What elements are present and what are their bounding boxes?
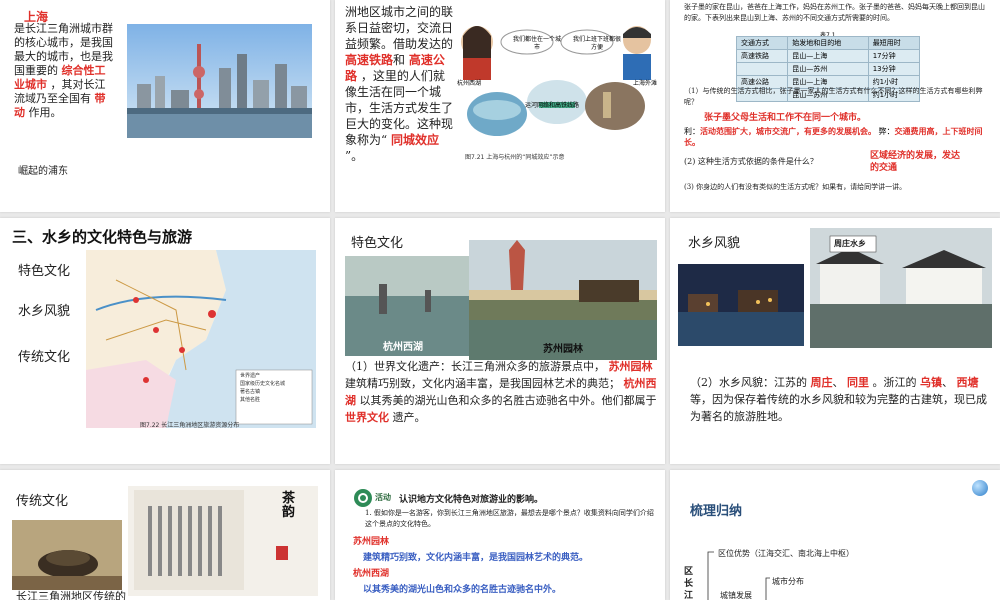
slide3-a1: 张子墨父母生活和工作不在同一个城市。 <box>704 113 867 123</box>
slide3-q1: （1）与传统的生活方式相比，张子墨一家人的生活方式有什么不同？这样的生活方式有哪… <box>684 87 983 106</box>
slide-thumbnail-8[interactable]: 活动 认识地方文化特色对旅游业的影响。 1. 假如你是一名游客，你到长江三角洲地… <box>335 470 665 600</box>
slide9-title: 梳理归纳 <box>690 504 743 519</box>
slide5-title: 特色文化 <box>351 236 404 251</box>
water-town-night-image <box>678 264 804 346</box>
table-row: 昆山—苏州 13分钟 <box>735 62 921 76</box>
slide6-question: （2）水乡风貌：江苏的 周庄、 同里 。浙江的 乌镇、 西塘 等，因为保存着传统… <box>690 376 987 423</box>
slide5-fill-1: 苏州园林 <box>608 360 653 373</box>
slide1-caption: 崛起的浦东 <box>18 166 68 177</box>
slide6-fill-1: 周庄 <box>810 376 833 389</box>
table-header: 交通方式 <box>735 36 789 50</box>
table-header: 最短用时 <box>867 36 921 50</box>
slide3-a1b: 利：活动范围扩大，城市交流广，有更多的发展机会。 弊：交通费用高，上下班时间长。 <box>684 127 983 147</box>
slide-thumbnail-5[interactable]: 特色文化 杭州西湖 苏州园林 （1）世界文化遗产：长江三角洲众多的旅游景点中， … <box>335 218 665 464</box>
slide2-caption: 图7.21 上海与杭州的“同城效应”示意 <box>465 154 565 161</box>
slide8-h1: 苏州园林 <box>353 537 390 547</box>
slide3-q3: (3) 你身边的人们有没有类似的生活方式呢？如果有，请给同学讲一讲。 <box>684 183 907 191</box>
slide-thumbnail-2[interactable]: 洲地区城市之间的联系日益密切，交流日益频繁。借助发达的 高速铁路和 高速公路 ，… <box>335 0 665 212</box>
slide1-body: 是长江三角洲城市群的核心城市，是我国最大的城市，也是我国重要的 综合性工业城市 … <box>14 22 114 120</box>
slide-thumbnail-9[interactable]: 梳理归纳 区长江三 区位优势（江海交汇、南北海上中枢） 城市分布 城镇发展 <box>670 470 1000 600</box>
shanghai-skyline-image <box>127 24 312 138</box>
mindmap-branch-1: 区位优势（江海交汇、南北海上中枢） <box>718 549 854 558</box>
slide8-h2: 杭州西湖 <box>353 569 390 579</box>
slide-thumbnail-3[interactable]: 张子墨的家在昆山，爸爸在上海工作，妈妈在苏州工作。张子墨的爸爸、妈妈每天晚上都回… <box>670 0 1000 212</box>
slide6-title: 水乡风貌 <box>688 236 741 251</box>
mindmap-root: 区长江三 <box>684 567 694 600</box>
slide2-fill-3: 同城效应 <box>390 133 439 147</box>
globe-icon <box>972 480 988 496</box>
tea-image <box>12 520 122 590</box>
calligraphy-title: 茶韵 <box>282 491 296 520</box>
slide7-title: 传统文化 <box>16 494 69 509</box>
slide4-item-2: 水乡风貌 <box>18 304 71 319</box>
activity-title: 认识地方文化特色对旅游业的影响。 <box>399 495 544 505</box>
bubble-right: 我们上班下班都很方便 <box>573 36 622 51</box>
slide2-fill-1: 高速铁路 <box>345 53 394 67</box>
label-west-lake: 杭州西湖 <box>383 342 423 353</box>
map-caption: 图7.22 长江三角洲地区旅游资源分布 <box>140 422 240 429</box>
slide4-title: 三、水乡的文化特色与旅游 <box>12 228 193 246</box>
slide2-body: 洲地区城市之间的联系日益密切，交流日益频繁。借助发达的 高速铁路和 高速公路 ，… <box>345 4 455 164</box>
table-header: 始发地和目的地 <box>787 36 869 50</box>
label-suzhou-garden: 苏州园林 <box>543 344 583 355</box>
slide8-t2: 以其秀美的湖光山色和众多的名胜古迹驰名中外。 <box>363 585 562 595</box>
slide2-fill-and: 和 <box>393 53 406 67</box>
slide7-text: 长江三角洲地区传统的 <box>16 590 126 600</box>
slide-thumbnail-1[interactable]: 上海 是长江三角洲城市群的核心城市，是我国最大的城市，也是我国重要的 综合性工业… <box>0 0 330 212</box>
slide6-fill-4: 西塘 <box>956 376 979 389</box>
slide-thumbnail-7[interactable]: 传统文化 茶韵 长江三角洲地区传统的 <box>0 470 330 600</box>
slide3-q2: (2) 这种生活方式依据的条件是什么？ <box>684 157 818 166</box>
same-city-effect-diagram <box>455 6 660 166</box>
zhouzhuang-sign: 周庄水乡 <box>834 239 866 248</box>
slide2-text-a: 洲地区城市之间的联系日益密切，交流日益频繁。借助发达的 <box>345 5 454 51</box>
slide-thumbnail-6[interactable]: 水乡风貌 周庄水乡 （2）水乡风貌：江苏的 周庄、 同里 。浙江的 乌镇、 西塘… <box>670 218 1000 464</box>
img-label-hangzhou: 杭州西湖 <box>457 80 482 87</box>
slide4-item-3: 传统文化 <box>18 350 71 365</box>
activity-icon <box>354 489 372 507</box>
bubble-left: 我们都住在一个城市 <box>513 36 562 51</box>
img-label-canal: 运河网络和高铁线路 <box>525 102 580 109</box>
slide2-text-c: ”。 <box>345 149 364 163</box>
img-label-shanghai: 上海外滩 <box>633 80 658 87</box>
mindmap-branch-2: 城市分布 <box>772 577 804 586</box>
slide5-fill-3: 世界文化 <box>345 411 389 424</box>
slide4-item-1: 特色文化 <box>18 264 71 279</box>
slide3-a2: 区域经济的发展，发达的交通 <box>870 151 961 173</box>
slide5-question: （1）世界文化遗产：长江三角洲众多的旅游景点中， 苏州园林 建筑精巧别致，文化内… <box>345 360 657 424</box>
slide6-fill-3: 乌镇 <box>920 376 942 389</box>
map-legend: 世界遗产 国家级历史文化名城 著名古镇 其他名胜 <box>240 373 286 403</box>
table-row: 高速铁路 昆山—上海 17分钟 <box>735 49 921 63</box>
slide1-text-c: 作用。 <box>28 106 62 119</box>
slide-thumbnail-4[interactable]: 三、水乡的文化特色与旅游 特色文化 水乡风貌 传统文化 世界遗产 国家级历史文化… <box>0 218 330 464</box>
mindmap-branch-3: 城镇发展 <box>720 591 752 600</box>
slide3-intro: 张子墨的家在昆山，爸爸在上海工作，妈妈在苏州工作。张子墨的爸爸、妈妈每天晚上都回… <box>684 3 985 22</box>
slide6-fill-2: 同里 <box>847 376 869 389</box>
slide8-t1: 建筑精巧别致，文化内涵丰富，是我国园林艺术的典范。 <box>363 553 589 563</box>
slide8-q1: 1. 假如你是一名游客，你到长江三角洲地区旅游，最想去是哪个景点？收集资料向同学… <box>365 509 654 528</box>
activity-label: 活动 <box>375 493 391 502</box>
